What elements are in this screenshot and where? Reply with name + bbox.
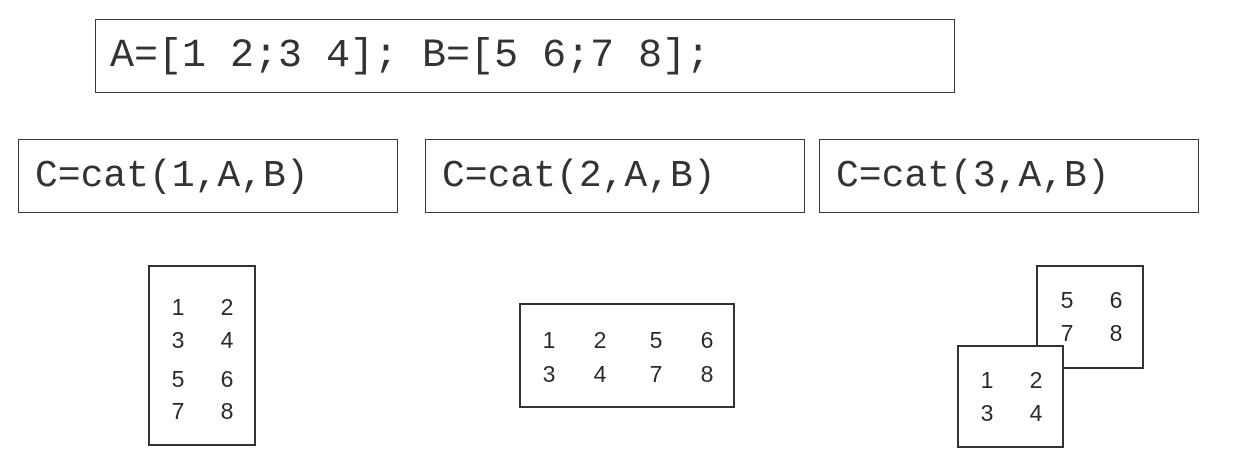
matrix-cell: 2 xyxy=(1029,367,1043,393)
matrix-cell: 8 xyxy=(220,398,234,424)
matrix-cell: 6 xyxy=(1109,287,1123,313)
matrix-cell: 7 xyxy=(1060,320,1074,346)
result-matrix-dim3-front-page: 1 2 3 4 xyxy=(957,345,1064,448)
matrix-cell: 1 xyxy=(171,294,185,320)
matrix-cell: 6 xyxy=(700,327,714,353)
matrix-cell: 1 xyxy=(542,327,556,353)
matrix-cell: 5 xyxy=(1060,287,1074,313)
matrix-cell: 8 xyxy=(700,361,714,387)
command-cat-dim2: C=cat(2,A,B) xyxy=(425,139,805,213)
matrix-cell: 7 xyxy=(649,361,663,387)
matrix-cell: 4 xyxy=(593,361,607,387)
command-cat-dim1: C=cat(1,A,B) xyxy=(18,139,398,213)
matrix-cell: 1 xyxy=(980,367,994,393)
command-cat-dim3: C=cat(3,A,B) xyxy=(819,139,1199,213)
matrix-cell: 5 xyxy=(649,327,663,353)
matrix-cell: 2 xyxy=(220,294,234,320)
matrix-definitions: A=[1 2;3 4]; B=[5 6;7 8]; xyxy=(95,19,955,93)
matrix-cell: 8 xyxy=(1109,320,1123,346)
result-matrix-dim2: 1 2 5 6 3 4 7 8 xyxy=(519,303,735,408)
matrix-cell: 4 xyxy=(220,327,234,353)
matrix-cell: 2 xyxy=(593,327,607,353)
matrix-cell: 3 xyxy=(171,327,185,353)
matrix-cell: 3 xyxy=(980,400,994,426)
matrix-cell: 4 xyxy=(1029,400,1043,426)
matrix-cell: 7 xyxy=(171,398,185,424)
matrix-cell: 6 xyxy=(220,366,234,392)
matrix-cell: 3 xyxy=(542,361,556,387)
matrix-cell: 5 xyxy=(171,366,185,392)
result-matrix-dim1: 1 2 3 4 5 6 7 8 xyxy=(148,265,256,446)
